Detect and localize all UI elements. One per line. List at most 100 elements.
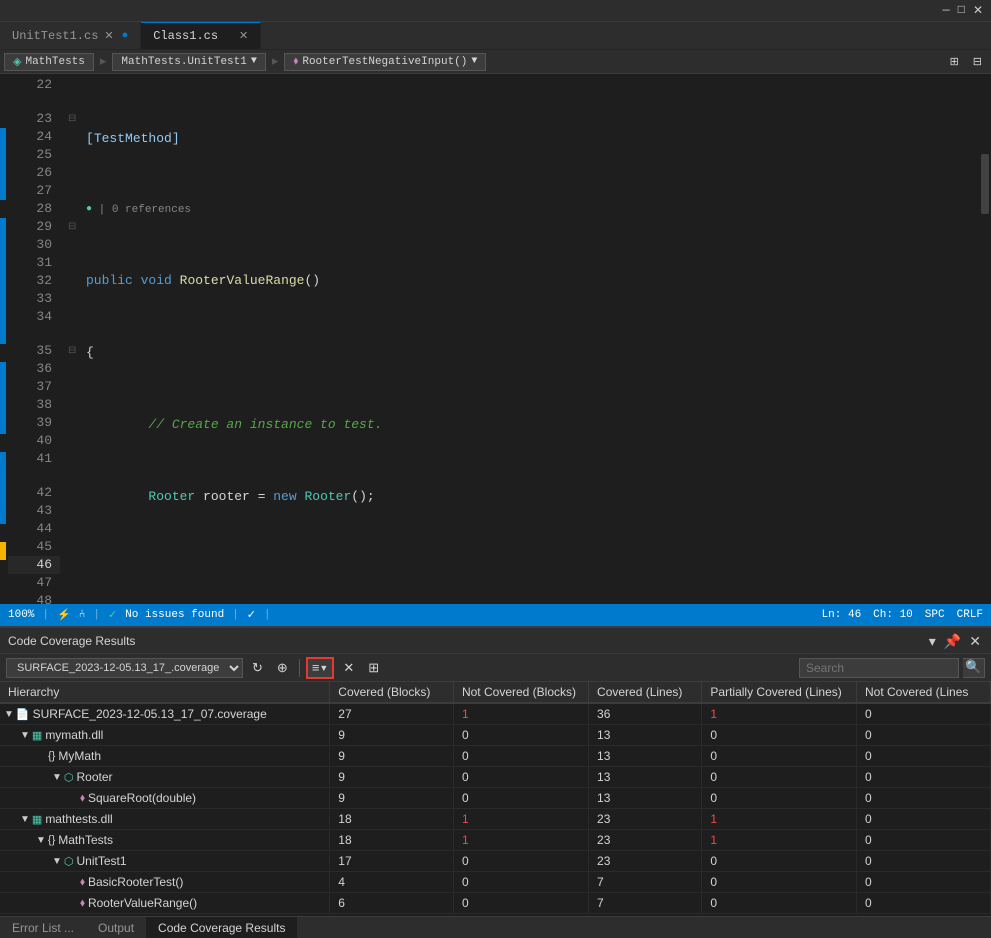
tab-class1[interactable]: Class1.cs ✕ bbox=[141, 22, 261, 49]
ref-badge-1: ● | 0 references bbox=[82, 202, 979, 218]
delete-btn[interactable]: ✕ bbox=[338, 657, 359, 679]
coverage-bar-1 bbox=[0, 128, 6, 200]
panel-title: Code Coverage Results bbox=[8, 634, 135, 648]
line-30: 30 bbox=[8, 236, 60, 254]
line-40: 40 bbox=[8, 432, 60, 450]
coverage-toolbar: SURFACE_2023-12-05.13_17_.coverage ↻ ⊕ ≡… bbox=[0, 654, 991, 682]
collapse-35[interactable]: ⊟ bbox=[68, 342, 82, 360]
tab-unittest-close[interactable]: ✕ bbox=[104, 29, 113, 43]
scrollbar-thumb[interactable] bbox=[981, 154, 989, 214]
col-header-covered-lines: Covered (Lines) bbox=[589, 682, 702, 703]
nav-sep1: ▸ bbox=[100, 54, 107, 69]
search-icon-btn[interactable]: 🔍 bbox=[963, 658, 985, 678]
status-sep3: | bbox=[232, 609, 239, 621]
line-44: 44 bbox=[8, 520, 60, 538]
nav-class-dropdown[interactable]: ▼ bbox=[251, 56, 257, 67]
search-input[interactable] bbox=[799, 658, 959, 678]
line-46: 46 bbox=[8, 556, 60, 574]
editor-area: 22 23 24 25 26 27 28 29 30 31 32 33 34 3… bbox=[0, 74, 991, 604]
coverage-bar-current bbox=[0, 542, 6, 560]
line-33: 33 bbox=[8, 290, 60, 308]
line-37: 37 bbox=[8, 378, 60, 396]
table-row[interactable]: ▼ ⬡ Rooter 9 0 13 0 0 bbox=[0, 767, 991, 788]
code-line-24: { bbox=[82, 344, 979, 362]
line-38: 38 bbox=[8, 396, 60, 414]
add-coverage-btn[interactable]: ⊕ bbox=[272, 657, 293, 679]
code-line-25: // Create an instance to test. bbox=[82, 416, 979, 434]
status-sep2: | bbox=[93, 609, 100, 621]
tab-bar: UnitTest1.cs ✕ ● Class1.cs ✕ bbox=[0, 22, 991, 50]
line-36: 36 bbox=[8, 360, 60, 378]
panel-close-btn[interactable]: ✕ bbox=[967, 634, 983, 648]
sync-icon: ⚡ bbox=[57, 608, 71, 622]
export-btn[interactable]: ⊞ bbox=[363, 657, 384, 679]
tab-unittest-label: UnitTest1.cs bbox=[12, 29, 98, 43]
coverage-table: Hierarchy Covered (Blocks) Not Covered (… bbox=[0, 682, 991, 914]
nav-bar: ◈ MathTests ▸ MathTests.UnitTest1 ▼ ▸ ⬧ … bbox=[0, 50, 991, 74]
table-row[interactable]: {} MyMath 9 0 13 0 0 bbox=[0, 746, 991, 767]
line-39: 39 bbox=[8, 414, 60, 432]
minimize-icon[interactable]: — bbox=[943, 3, 950, 18]
status-right: Ln: 46 Ch: 10 SPC CRLF bbox=[822, 609, 983, 621]
collapse-gutter: ⊟ ⊟ ⊟ bbox=[68, 74, 82, 604]
line-24: 24 bbox=[8, 128, 60, 146]
table-row[interactable]: ⬧ BasicRooterTest() 4 0 7 0 0 bbox=[0, 872, 991, 893]
zoom-level: 100% bbox=[8, 609, 34, 621]
line-numbers: 22 23 24 25 26 27 28 29 30 31 32 33 34 3… bbox=[8, 74, 68, 604]
line-31: 31 bbox=[8, 254, 60, 272]
tab-code-coverage[interactable]: Code Coverage Results bbox=[146, 917, 297, 938]
code-line-23: public void RooterValueRange() bbox=[82, 272, 979, 290]
bottom-tabs: Error List ... Output Code Coverage Resu… bbox=[0, 916, 991, 938]
code-content[interactable]: [TestMethod] ● | 0 references public voi… bbox=[82, 74, 979, 604]
panel-title-icons[interactable]: ▾ 📌 ✕ bbox=[927, 634, 983, 648]
nav-project[interactable]: ◈ MathTests bbox=[4, 53, 94, 71]
collapse-all-btn[interactable]: ⊟ bbox=[968, 51, 987, 73]
table-row[interactable]: ▼ ⬡ UnitTest1 17 0 23 0 0 bbox=[0, 851, 991, 872]
line-35: 35 bbox=[8, 342, 60, 360]
nav-method[interactable]: ⬧ RooterTestNegativeInput() ▼ bbox=[284, 53, 486, 71]
ref-line-3 bbox=[8, 468, 60, 484]
tab-unittest-modified: ● bbox=[122, 30, 129, 42]
editor-scrollbar[interactable] bbox=[979, 74, 991, 604]
method-icon: ⬧ bbox=[293, 56, 298, 68]
left-gutter bbox=[0, 74, 8, 604]
close-icon[interactable]: ✕ bbox=[973, 3, 983, 18]
collapse-23[interactable]: ⊟ bbox=[68, 110, 82, 128]
title-bar-controls[interactable]: — □ ✕ bbox=[943, 3, 983, 18]
line-47: 47 bbox=[8, 574, 60, 592]
line-22: 22 bbox=[8, 76, 60, 94]
nav-class[interactable]: MathTests.UnitTest1 ▼ bbox=[112, 53, 265, 71]
coverage-bar-3 bbox=[0, 362, 6, 434]
tab-class1-close[interactable]: ✕ bbox=[239, 29, 248, 43]
line-43: 43 bbox=[8, 502, 60, 520]
coverage-table-body: ▼ 📄 SURFACE_2023-12-05.13_17_07.coverage… bbox=[0, 703, 991, 914]
table-row[interactable]: ▼ 📄 SURFACE_2023-12-05.13_17_07.coverage… bbox=[0, 703, 991, 725]
table-row[interactable]: ⬧ SquareRoot(double) 9 0 13 0 0 bbox=[0, 788, 991, 809]
refresh-btn[interactable]: ↻ bbox=[247, 657, 268, 679]
coverage-file-dropdown[interactable]: SURFACE_2023-12-05.13_17_.coverage bbox=[6, 658, 243, 678]
nav-project-label: MathTests bbox=[25, 56, 84, 68]
tab-output[interactable]: Output bbox=[86, 917, 146, 938]
col-indicator: Ch: 10 bbox=[873, 609, 913, 621]
table-row[interactable]: ▼ ▦ mathtests.dll 18 1 23 1 0 bbox=[0, 809, 991, 830]
expand-all-btn[interactable]: ⊞ bbox=[945, 51, 964, 73]
line-32: 32 bbox=[8, 272, 60, 290]
table-row[interactable]: ⬧ RooterValueRange() 6 0 7 0 0 bbox=[0, 893, 991, 914]
panel-dropdown-btn[interactable]: ▾ bbox=[927, 634, 938, 648]
panel-pin-btn[interactable]: 📌 bbox=[942, 634, 963, 648]
table-row[interactable]: ▼ ▦ mymath.dll 9 0 13 0 0 bbox=[0, 725, 991, 746]
table-row[interactable]: ▼ {} MathTests 18 1 23 1 0 bbox=[0, 830, 991, 851]
tab-unittest[interactable]: UnitTest1.cs ✕ ● bbox=[0, 22, 141, 49]
code-line-26: Rooter rooter = new Rooter(); bbox=[82, 488, 979, 506]
nav-method-dropdown[interactable]: ▼ bbox=[471, 56, 477, 67]
line-41: 41 bbox=[8, 450, 60, 468]
panel-title-bar: Code Coverage Results ▾ 📌 ✕ bbox=[0, 628, 991, 654]
line-23: 23 bbox=[8, 110, 60, 128]
issues-label: No issues found bbox=[125, 609, 224, 621]
tab-error-list[interactable]: Error List ... bbox=[0, 917, 86, 938]
line-29: 29 bbox=[8, 218, 60, 236]
collapse-29[interactable]: ⊟ bbox=[68, 218, 82, 236]
coverage-table-container[interactable]: Hierarchy Covered (Blocks) Not Covered (… bbox=[0, 682, 991, 916]
maximize-icon[interactable]: □ bbox=[958, 3, 965, 18]
highlight-btn[interactable]: ≡ ▼ bbox=[306, 657, 335, 679]
